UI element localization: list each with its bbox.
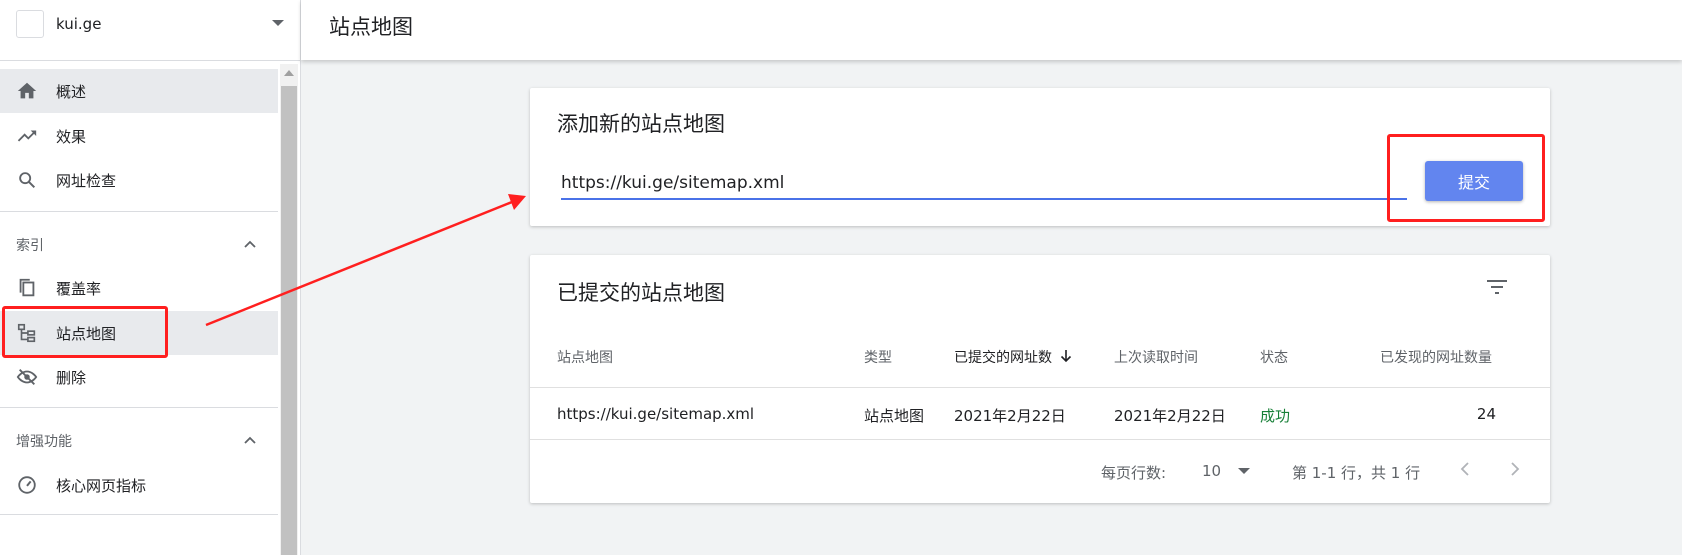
- property-selector[interactable]: kui.ge: [0, 0, 300, 61]
- cell-discovered: 24: [1476, 405, 1496, 423]
- sidebar: kui.ge 概述 效果 网址检查 索引 覆盖率 站点地图 删除 增强功能 核心…: [0, 0, 301, 555]
- rows-per-page-select[interactable]: 10: [1202, 457, 1254, 485]
- section-enhancements-header[interactable]: 增强功能: [0, 418, 278, 462]
- column-header-discovered[interactable]: 已发现的网址数量: [1380, 347, 1492, 367]
- caret-down-icon: [1238, 468, 1250, 474]
- card-title: 添加新的站点地图: [557, 112, 725, 136]
- column-header-last-read[interactable]: 上次读取时间: [1114, 347, 1198, 367]
- sidebar-item-label: 概述: [56, 83, 87, 101]
- sidebar-item-performance[interactable]: 效果: [0, 114, 278, 158]
- sidebar-item-label: 删除: [56, 369, 87, 387]
- divider: [0, 407, 278, 408]
- rows-per-page-value: 10: [1202, 462, 1222, 480]
- property-favicon: [16, 10, 44, 38]
- chevron-left-icon[interactable]: [1458, 461, 1472, 477]
- cell-status: 成功: [1260, 407, 1291, 425]
- scroll-up-arrow-icon[interactable]: [284, 70, 294, 76]
- chevron-right-icon[interactable]: [1508, 461, 1522, 477]
- sidebar-scrollbar[interactable]: [280, 64, 298, 555]
- section-label: 索引: [16, 238, 44, 254]
- divider: [0, 514, 278, 515]
- home-icon: [17, 82, 37, 99]
- search-icon: [19, 172, 36, 189]
- section-index-header[interactable]: 索引: [0, 222, 278, 266]
- scrollbar-thumb[interactable]: [281, 86, 297, 555]
- sort-arrow-down-icon: [1061, 350, 1072, 363]
- sidebar-item-removals[interactable]: 删除: [0, 355, 278, 399]
- caret-down-icon[interactable]: [272, 20, 284, 26]
- cell-type: 站点地图: [864, 407, 925, 425]
- column-header-type[interactable]: 类型: [864, 347, 892, 367]
- annotation-highlight-sitemaps: [2, 306, 168, 358]
- sidebar-item-label: 核心网页指标: [56, 477, 147, 495]
- cell-submitted: 2021年2月22日: [954, 407, 1066, 425]
- chevron-up-icon: [244, 240, 256, 248]
- sidebar-item-label: 网址检查: [56, 172, 117, 190]
- column-header-submitted[interactable]: 已提交的网址数: [954, 347, 1072, 367]
- property-name: kui.ge: [56, 15, 102, 33]
- sidebar-item-core-web-vitals[interactable]: 核心网页指标: [0, 463, 278, 507]
- sitemap-url-input[interactable]: [561, 168, 1407, 200]
- sidebar-item-label: 效果: [56, 128, 87, 146]
- cell-last-read: 2021年2月22日: [1114, 407, 1226, 425]
- copy-icon: [19, 278, 35, 297]
- divider: [530, 439, 1550, 440]
- page-title: 站点地图: [329, 15, 413, 39]
- column-header-status[interactable]: 状态: [1260, 347, 1288, 367]
- card-title: 已提交的站点地图: [557, 281, 725, 305]
- sidebar-item-coverage[interactable]: 覆盖率: [0, 266, 278, 310]
- submitted-sitemaps-card: 已提交的站点地图 站点地图 类型 已提交的网址数 上次读取时间 状态 已发现的网…: [530, 255, 1550, 503]
- filter-icon[interactable]: [1486, 277, 1508, 297]
- column-header-sitemap[interactable]: 站点地图: [557, 347, 613, 367]
- divider: [530, 387, 1550, 388]
- speed-gauge-icon: [18, 476, 36, 494]
- top-bar: 站点地图: [301, 0, 1682, 60]
- sidebar-item-overview[interactable]: 概述: [0, 69, 278, 113]
- rows-per-page-label: 每页行数:: [1101, 464, 1167, 482]
- column-header-label: 已提交的网址数: [954, 350, 1052, 366]
- annotation-highlight-submit: [1387, 134, 1545, 222]
- section-label: 增强功能: [16, 434, 72, 450]
- eye-off-icon: [16, 369, 38, 385]
- divider: [0, 211, 278, 212]
- trending-up-icon: [17, 130, 37, 142]
- pagination-range: 第 1-1 行，共 1 行: [1292, 464, 1421, 482]
- sidebar-item-label: 覆盖率: [56, 280, 102, 298]
- sidebar-item-url-inspection[interactable]: 网址检查: [0, 158, 278, 202]
- chevron-up-icon: [244, 436, 256, 444]
- cell-sitemap: https://kui.ge/sitemap.xml: [557, 405, 755, 423]
